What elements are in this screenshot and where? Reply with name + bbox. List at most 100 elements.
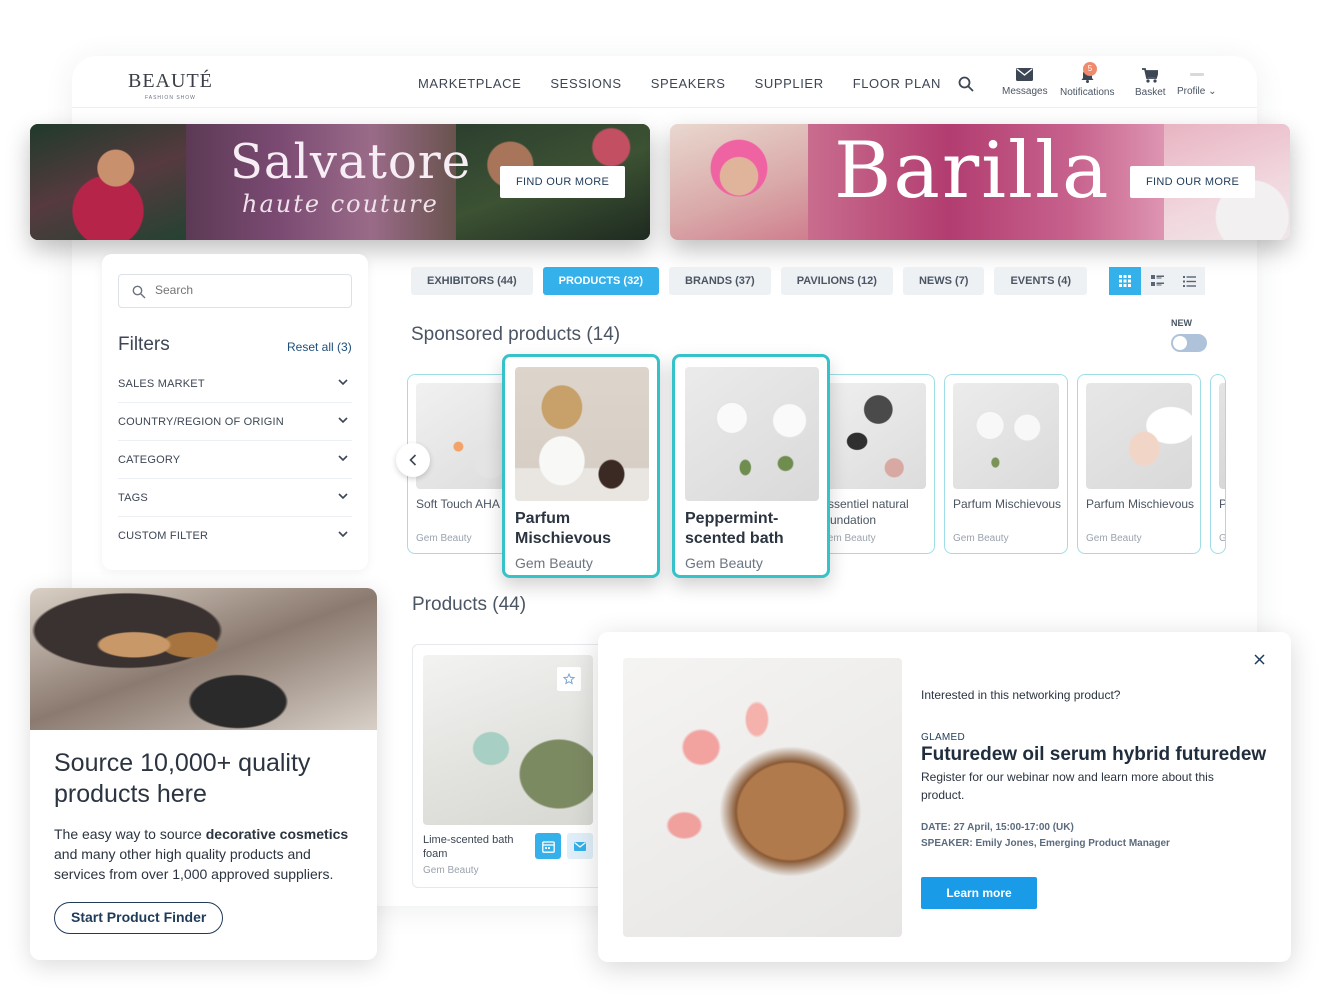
- nav-marketplace[interactable]: MARKETPLACE: [418, 76, 521, 91]
- logo-wordmark: BEAUTÉ: [128, 70, 213, 92]
- filter-sales-market[interactable]: SALES MARKET: [118, 365, 352, 403]
- products-title: Products (44): [412, 594, 527, 615]
- notifications-button[interactable]: 5 Notifications: [1060, 62, 1115, 98]
- chevron-down-icon: [338, 493, 348, 500]
- sponsored-products-title: Sponsored products (14): [411, 324, 621, 345]
- list-view-button[interactable]: [1173, 267, 1205, 295]
- search-icon: [132, 285, 146, 299]
- nav-sessions[interactable]: SESSIONS: [550, 76, 621, 91]
- find-out-more-button[interactable]: FIND OUR MORE: [1130, 166, 1256, 198]
- sponsor-banner-salvatore[interactable]: Salvatore haute couture FIND OUR MORE: [30, 124, 650, 240]
- banner-brand-name: Salvatore: [230, 134, 472, 190]
- nav-floor-plan[interactable]: FLOOR PLAN: [853, 76, 941, 91]
- tab-products[interactable]: PRODUCTS (32): [542, 267, 659, 295]
- search-input[interactable]: [155, 283, 345, 297]
- basket-label: Basket: [1135, 87, 1166, 98]
- grid-view-button[interactable]: [1109, 267, 1141, 295]
- sponsor-banner-barilla[interactable]: Barilla FIND OUR MORE: [670, 124, 1290, 240]
- nav-speakers[interactable]: SPEAKERS: [651, 76, 726, 91]
- find-out-more-button[interactable]: FIND OUR MORE: [500, 166, 626, 198]
- filter-label: TAGS: [118, 492, 148, 504]
- product-title: Parfum Mischievous: [1086, 497, 1195, 511]
- chevron-down-icon: [338, 417, 348, 424]
- product-image: [953, 383, 1059, 489]
- product-image: [820, 383, 926, 489]
- new-toggle[interactable]: [1171, 334, 1207, 352]
- banner-brand-name: Barilla: [834, 126, 1111, 216]
- send-message-button[interactable]: [567, 833, 593, 859]
- tab-news[interactable]: NEWS (7): [902, 267, 985, 295]
- product-card[interactable]: Parfum Mischievous Gem Beauty: [1077, 374, 1201, 554]
- networking-product-popup: Interested in this networking product? G…: [598, 632, 1291, 962]
- view-switcher: [1109, 267, 1205, 295]
- avatar: [1189, 73, 1204, 76]
- promo-title: Source 10,000+ quality products here: [54, 749, 311, 808]
- filter-country-region[interactable]: COUNTRY/REGION OF ORIGIN: [118, 403, 352, 441]
- filter-label: COUNTRY/REGION OF ORIGIN: [118, 416, 284, 428]
- chevron-down-icon: [338, 379, 348, 386]
- nav-supplier[interactable]: SUPPLIER: [755, 76, 824, 91]
- chevron-down-icon: [338, 531, 348, 538]
- messages-button[interactable]: Messages: [1002, 68, 1048, 97]
- promo-body: The easy way to source decorative cosmet…: [54, 824, 354, 884]
- filter-label: SALES MARKET: [118, 378, 205, 390]
- popup-question: Interested in this networking product?: [921, 688, 1121, 702]
- product-title: Essentiel natural foundation: [820, 497, 909, 527]
- profile-button[interactable]: Profile ⌄: [1177, 68, 1217, 97]
- star-icon: [563, 673, 575, 685]
- grid-icon: [1119, 275, 1131, 287]
- basket-button[interactable]: Basket: [1135, 68, 1166, 98]
- tab-brands[interactable]: BRANDS (37): [669, 267, 771, 295]
- chevron-left-icon: [409, 454, 417, 466]
- filter-label: CUSTOM FILTER: [118, 530, 209, 542]
- product-card-featured[interactable]: Parfum Mischievous Gem Beauty: [502, 354, 660, 578]
- start-product-finder-button[interactable]: Start Product Finder: [54, 902, 224, 934]
- product-image: [1086, 383, 1192, 489]
- product-image: [1219, 383, 1225, 489]
- product-image: [515, 367, 649, 501]
- product-brand: Gem Beauty: [953, 533, 1009, 544]
- product-brand: Gem Beauty: [685, 555, 763, 571]
- tab-exhibitors[interactable]: EXHIBITORS (44): [411, 267, 533, 295]
- calendar-icon: [541, 840, 555, 853]
- filter-category[interactable]: CATEGORY: [118, 441, 352, 479]
- tab-pavilions[interactable]: PAVILIONS (12): [780, 267, 893, 295]
- cart-icon: [1142, 68, 1159, 83]
- mail-icon: [574, 841, 586, 851]
- product-card-partial[interactable]: P M G: [1210, 374, 1226, 554]
- learn-more-button[interactable]: Learn more: [921, 877, 1037, 909]
- detail-list-view-button[interactable]: [1141, 267, 1173, 295]
- popup-product-title: Futuredew oil serum hybrid futuredew: [921, 744, 1267, 765]
- filter-tags[interactable]: TAGS: [118, 479, 352, 517]
- product-brand: Gem Beauty: [423, 865, 479, 876]
- schedule-meeting-button[interactable]: [535, 833, 561, 859]
- logo[interactable]: BEAUTÉ FASHION SHOW: [128, 70, 213, 101]
- banner-portrait-image: [670, 124, 808, 240]
- messages-label: Messages: [1002, 86, 1048, 97]
- product-title: Lime-scented bath foam: [423, 834, 514, 860]
- search-field[interactable]: [118, 274, 352, 308]
- notifications-label: Notifications: [1060, 87, 1115, 98]
- product-card[interactable]: Lime-scented bath foam Gem Beauty: [412, 644, 604, 888]
- promo-body-text: The easy way to source: [54, 826, 206, 842]
- search-icon[interactable]: [958, 76, 974, 92]
- filter-custom[interactable]: CUSTOM FILTER: [118, 517, 352, 555]
- reset-all-link[interactable]: Reset all (3): [287, 340, 352, 354]
- tab-events[interactable]: EVENTS (4): [994, 267, 1087, 295]
- banner-tagline: haute couture: [242, 190, 439, 218]
- close-icon[interactable]: [1254, 654, 1265, 665]
- product-title: Parfum Mischievous: [515, 510, 612, 547]
- filters-panel: Filters Reset all (3) SALES MARKET COUNT…: [102, 254, 368, 570]
- favorite-button[interactable]: [557, 667, 581, 691]
- product-brand: Gem Beauty: [416, 533, 472, 544]
- list-icon: [1182, 275, 1196, 287]
- carousel-prev-button[interactable]: [396, 443, 430, 477]
- product-image: [623, 658, 902, 937]
- product-card-featured[interactable]: Peppermint-scented bath Gem Beauty: [672, 354, 830, 578]
- popup-date: DATE: 27 April, 15:00-17:00 (UK): [921, 822, 1074, 833]
- category-tabs: EXHIBITORS (44) PRODUCTS (32) BRANDS (37…: [411, 267, 1087, 295]
- filters-title: Filters: [118, 334, 170, 355]
- profile-label: Profile: [1177, 86, 1206, 97]
- main-nav: MARKETPLACE SESSIONS SPEAKERS SUPPLIER F…: [418, 76, 941, 91]
- product-card[interactable]: Parfum Mischievous Gem Beauty: [944, 374, 1068, 554]
